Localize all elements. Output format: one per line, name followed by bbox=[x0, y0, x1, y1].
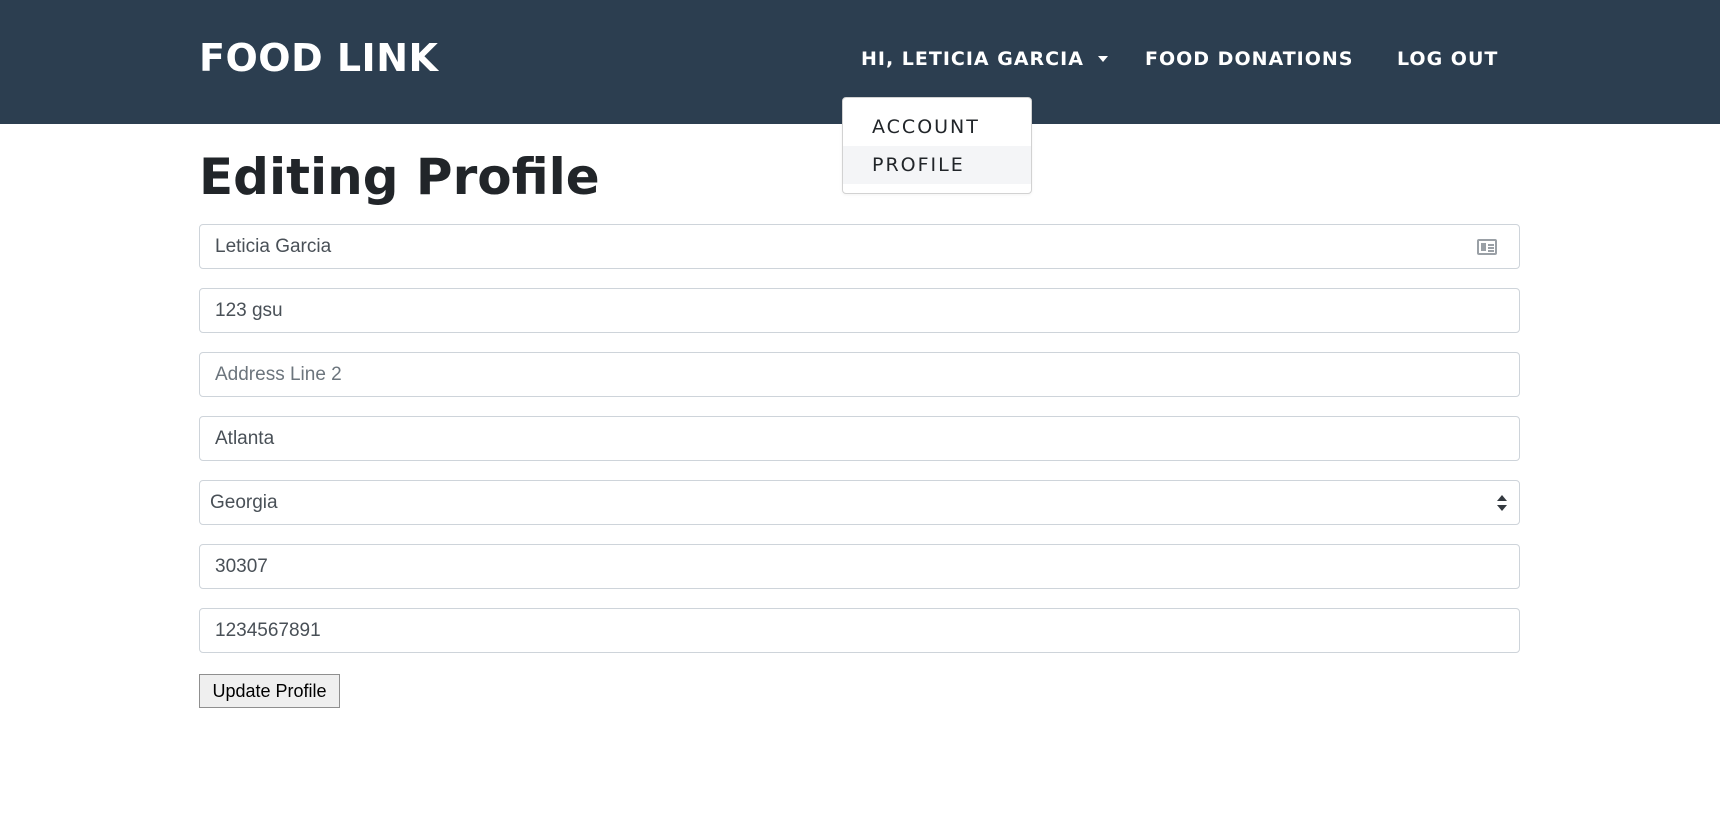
address-line1-input[interactable] bbox=[200, 289, 1519, 332]
user-dropdown-menu: ACCOUNT PROFILE bbox=[842, 97, 1032, 194]
update-profile-button[interactable]: Update Profile bbox=[199, 674, 340, 708]
contact-card-icon bbox=[1477, 239, 1497, 255]
caret-down-icon bbox=[1097, 56, 1108, 62]
user-menu-toggle[interactable]: HI, LETICIA GARCIA bbox=[861, 48, 1108, 70]
zip-wrapper bbox=[199, 544, 1520, 589]
address-line2-input[interactable] bbox=[200, 353, 1519, 396]
phone-wrapper bbox=[199, 608, 1520, 653]
name-input[interactable] bbox=[200, 225, 1519, 268]
select-arrows-icon bbox=[1497, 495, 1507, 513]
phone-input[interactable] bbox=[200, 609, 1519, 652]
name-field-wrapper bbox=[199, 224, 1520, 269]
page-title: Editing Profile bbox=[199, 148, 600, 206]
address-line1-wrapper bbox=[199, 288, 1520, 333]
city-wrapper bbox=[199, 416, 1520, 461]
dropdown-item-profile[interactable]: PROFILE bbox=[843, 146, 1031, 184]
city-input[interactable] bbox=[200, 417, 1519, 460]
zip-input[interactable] bbox=[200, 545, 1519, 588]
user-menu-label: HI, LETICIA GARCIA bbox=[861, 48, 1084, 70]
brand-logo[interactable]: FOOD LINK bbox=[199, 36, 438, 80]
state-select[interactable]: Georgia bbox=[199, 480, 1520, 525]
dropdown-item-account[interactable]: ACCOUNT bbox=[843, 108, 1031, 146]
nav-food-donations[interactable]: FOOD DONATIONS bbox=[1145, 48, 1354, 70]
address-line2-wrapper bbox=[199, 352, 1520, 397]
state-select-value: Georgia bbox=[210, 492, 278, 513]
nav-log-out[interactable]: LOG OUT bbox=[1397, 48, 1498, 70]
